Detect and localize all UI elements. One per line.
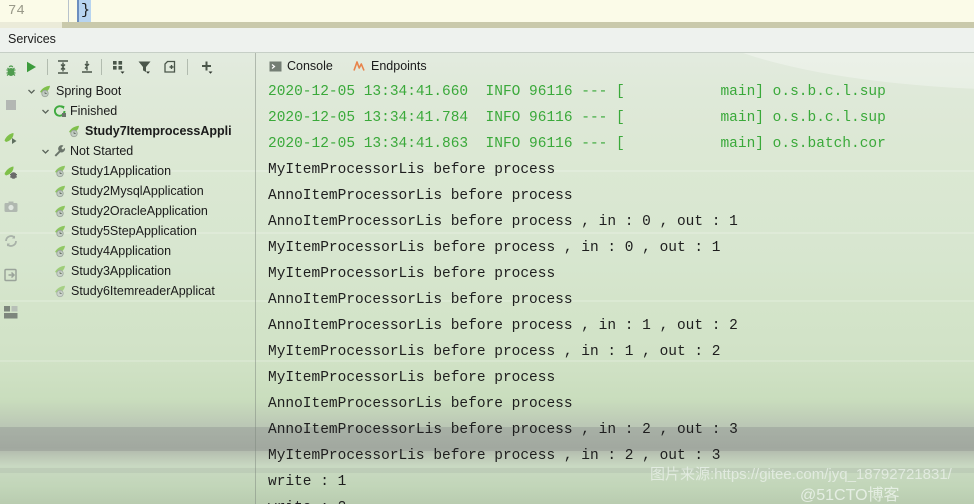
filter-icon[interactable] — [135, 57, 155, 77]
log-line: write : 1 — [268, 474, 347, 490]
tree-node-label: Study2OracleApplication — [71, 204, 208, 218]
console-icon — [268, 59, 282, 73]
tree-node-label: Study4Application — [71, 244, 172, 258]
spring-boot-icon — [53, 244, 68, 259]
chevron-down-icon[interactable] — [25, 85, 38, 98]
chevron-down-icon[interactable] — [39, 145, 52, 158]
tree-node-label: Study3Application — [71, 264, 172, 278]
panel-splitter[interactable] — [255, 53, 256, 504]
log-line: AnnoItemProcessorLis before process — [268, 188, 573, 204]
editor-strip: 74 } — [0, 0, 974, 28]
spring-boot-icon — [53, 164, 68, 179]
spring-boot-icon — [53, 204, 68, 219]
ide-window: 74 } Services Spring Boot Finished Study… — [0, 0, 974, 504]
console-tab-bar: Console Endpoints — [256, 53, 974, 79]
toolbar-divider — [47, 59, 48, 75]
group-by-icon[interactable] — [109, 57, 129, 77]
tree-node-spring-boot[interactable]: Spring Boot — [21, 81, 255, 101]
spring-boot-icon — [53, 224, 68, 239]
log-line: AnnoItemProcessorLis before process , in… — [268, 318, 738, 334]
spring-boot-icon — [38, 84, 53, 99]
log-line: write : 2 — [256, 495, 974, 504]
stop-icon[interactable] — [3, 97, 18, 112]
services-tool-window-header[interactable]: Services — [0, 28, 974, 53]
endpoints-icon — [352, 59, 366, 73]
log-line: 2020-12-05 13:34:41.660 INFO 96116 --- [… — [268, 84, 886, 100]
log-line: MyItemProcessorLis before process — [268, 370, 556, 386]
toolbar-divider — [101, 59, 102, 75]
toolbar-divider — [187, 59, 188, 75]
debug-rocket-icon[interactable] — [3, 165, 18, 180]
spring-boot-icon — [53, 184, 68, 199]
services-toolbar — [21, 53, 255, 81]
log-line: MyItemProcessorLis before process , in :… — [268, 240, 721, 256]
tree-node-label: Study6ItemreaderApplicat — [71, 284, 215, 298]
log-line: MyItemProcessorLis before process , in :… — [268, 344, 721, 360]
log-line: 2020-12-05 13:34:41.784 INFO 96116 --- [… — [268, 110, 886, 126]
add-tab-icon[interactable] — [161, 57, 181, 77]
tree-node-label: Study1Application — [71, 164, 172, 178]
spring-boot-icon — [53, 264, 68, 279]
camera-icon[interactable] — [3, 199, 18, 214]
log-line: AnnoItemProcessorLis before process — [268, 292, 573, 308]
log-line: MyItemProcessorLis before process , in :… — [268, 448, 721, 464]
run-rocket-icon[interactable] — [3, 131, 18, 146]
tree-node-study1application[interactable]: Study1Application — [21, 161, 255, 181]
log-line: MyItemProcessorLis before process — [268, 266, 556, 282]
spring-boot-icon — [67, 124, 82, 139]
tree-node-label: Not Started — [70, 144, 134, 158]
log-line: AnnoItemProcessorLis before process , in… — [268, 214, 738, 230]
tree-node-study3application[interactable]: Study3Application — [21, 261, 255, 281]
tree-node-study7itemprocessappli[interactable]: Study7ItemprocessAppli — [21, 121, 255, 141]
tree-node-label: Study7ItemprocessAppli — [85, 124, 232, 138]
log-line: MyItemProcessorLis before process — [268, 162, 556, 178]
log-line: AnnoItemProcessorLis before process — [268, 396, 573, 412]
tree-node-study2oracleapplication[interactable]: Study2OracleApplication — [21, 201, 255, 221]
chevron-down-icon[interactable] — [39, 105, 52, 118]
tool-window-title: Services — [8, 32, 56, 46]
services-tree[interactable]: Spring Boot Finished Study7ItemprocessAp… — [21, 81, 255, 504]
editor-line-number: 74 — [8, 3, 25, 19]
layout-icon[interactable] — [3, 305, 18, 320]
tree-node-label: Finished — [70, 104, 118, 118]
tree-node-study6itemreaderapplication[interactable]: Study6ItemreaderApplicat — [21, 281, 255, 301]
tree-node-not-started[interactable]: Not Started — [21, 141, 255, 161]
log-line: AnnoItemProcessorLis before process , in… — [268, 422, 738, 438]
tree-node-study2mysqlapplication[interactable]: Study2MysqlApplication — [21, 181, 255, 201]
tree-node-label: Spring Boot — [56, 84, 122, 98]
tree-node-study5stepapplication[interactable]: Study5StepApplication — [21, 221, 255, 241]
wrench-icon — [52, 144, 67, 159]
left-icon-rail — [0, 53, 21, 504]
spring-boot-icon — [53, 284, 68, 299]
tree-node-finished[interactable]: Finished — [21, 101, 255, 121]
run-button[interactable] — [21, 57, 41, 77]
tree-node-label: Study2MysqlApplication — [71, 184, 204, 198]
debug-icon[interactable] — [3, 63, 18, 78]
finished-icon — [52, 104, 67, 119]
tree-node-label: Study5StepApplication — [71, 224, 197, 238]
tab-console[interactable]: Console — [268, 57, 333, 75]
log-line: 2020-12-05 13:34:41.863 INFO 96116 --- [… — [268, 136, 886, 152]
plus-icon[interactable] — [197, 57, 217, 77]
expand-all-icon[interactable] — [53, 57, 73, 77]
editor-code-text[interactable]: } — [81, 2, 90, 19]
console-output[interactable]: 2020-12-05 13:34:41.660 INFO 96116 --- [… — [256, 79, 974, 504]
tab-endpoints[interactable]: Endpoints — [352, 57, 427, 75]
login-icon[interactable] — [3, 267, 18, 282]
tree-node-study4application[interactable]: Study4Application — [21, 241, 255, 261]
collapse-all-icon[interactable] — [77, 57, 97, 77]
tab-label: Endpoints — [371, 59, 427, 73]
tab-label: Console — [287, 59, 333, 73]
restart-icon[interactable] — [3, 233, 18, 248]
